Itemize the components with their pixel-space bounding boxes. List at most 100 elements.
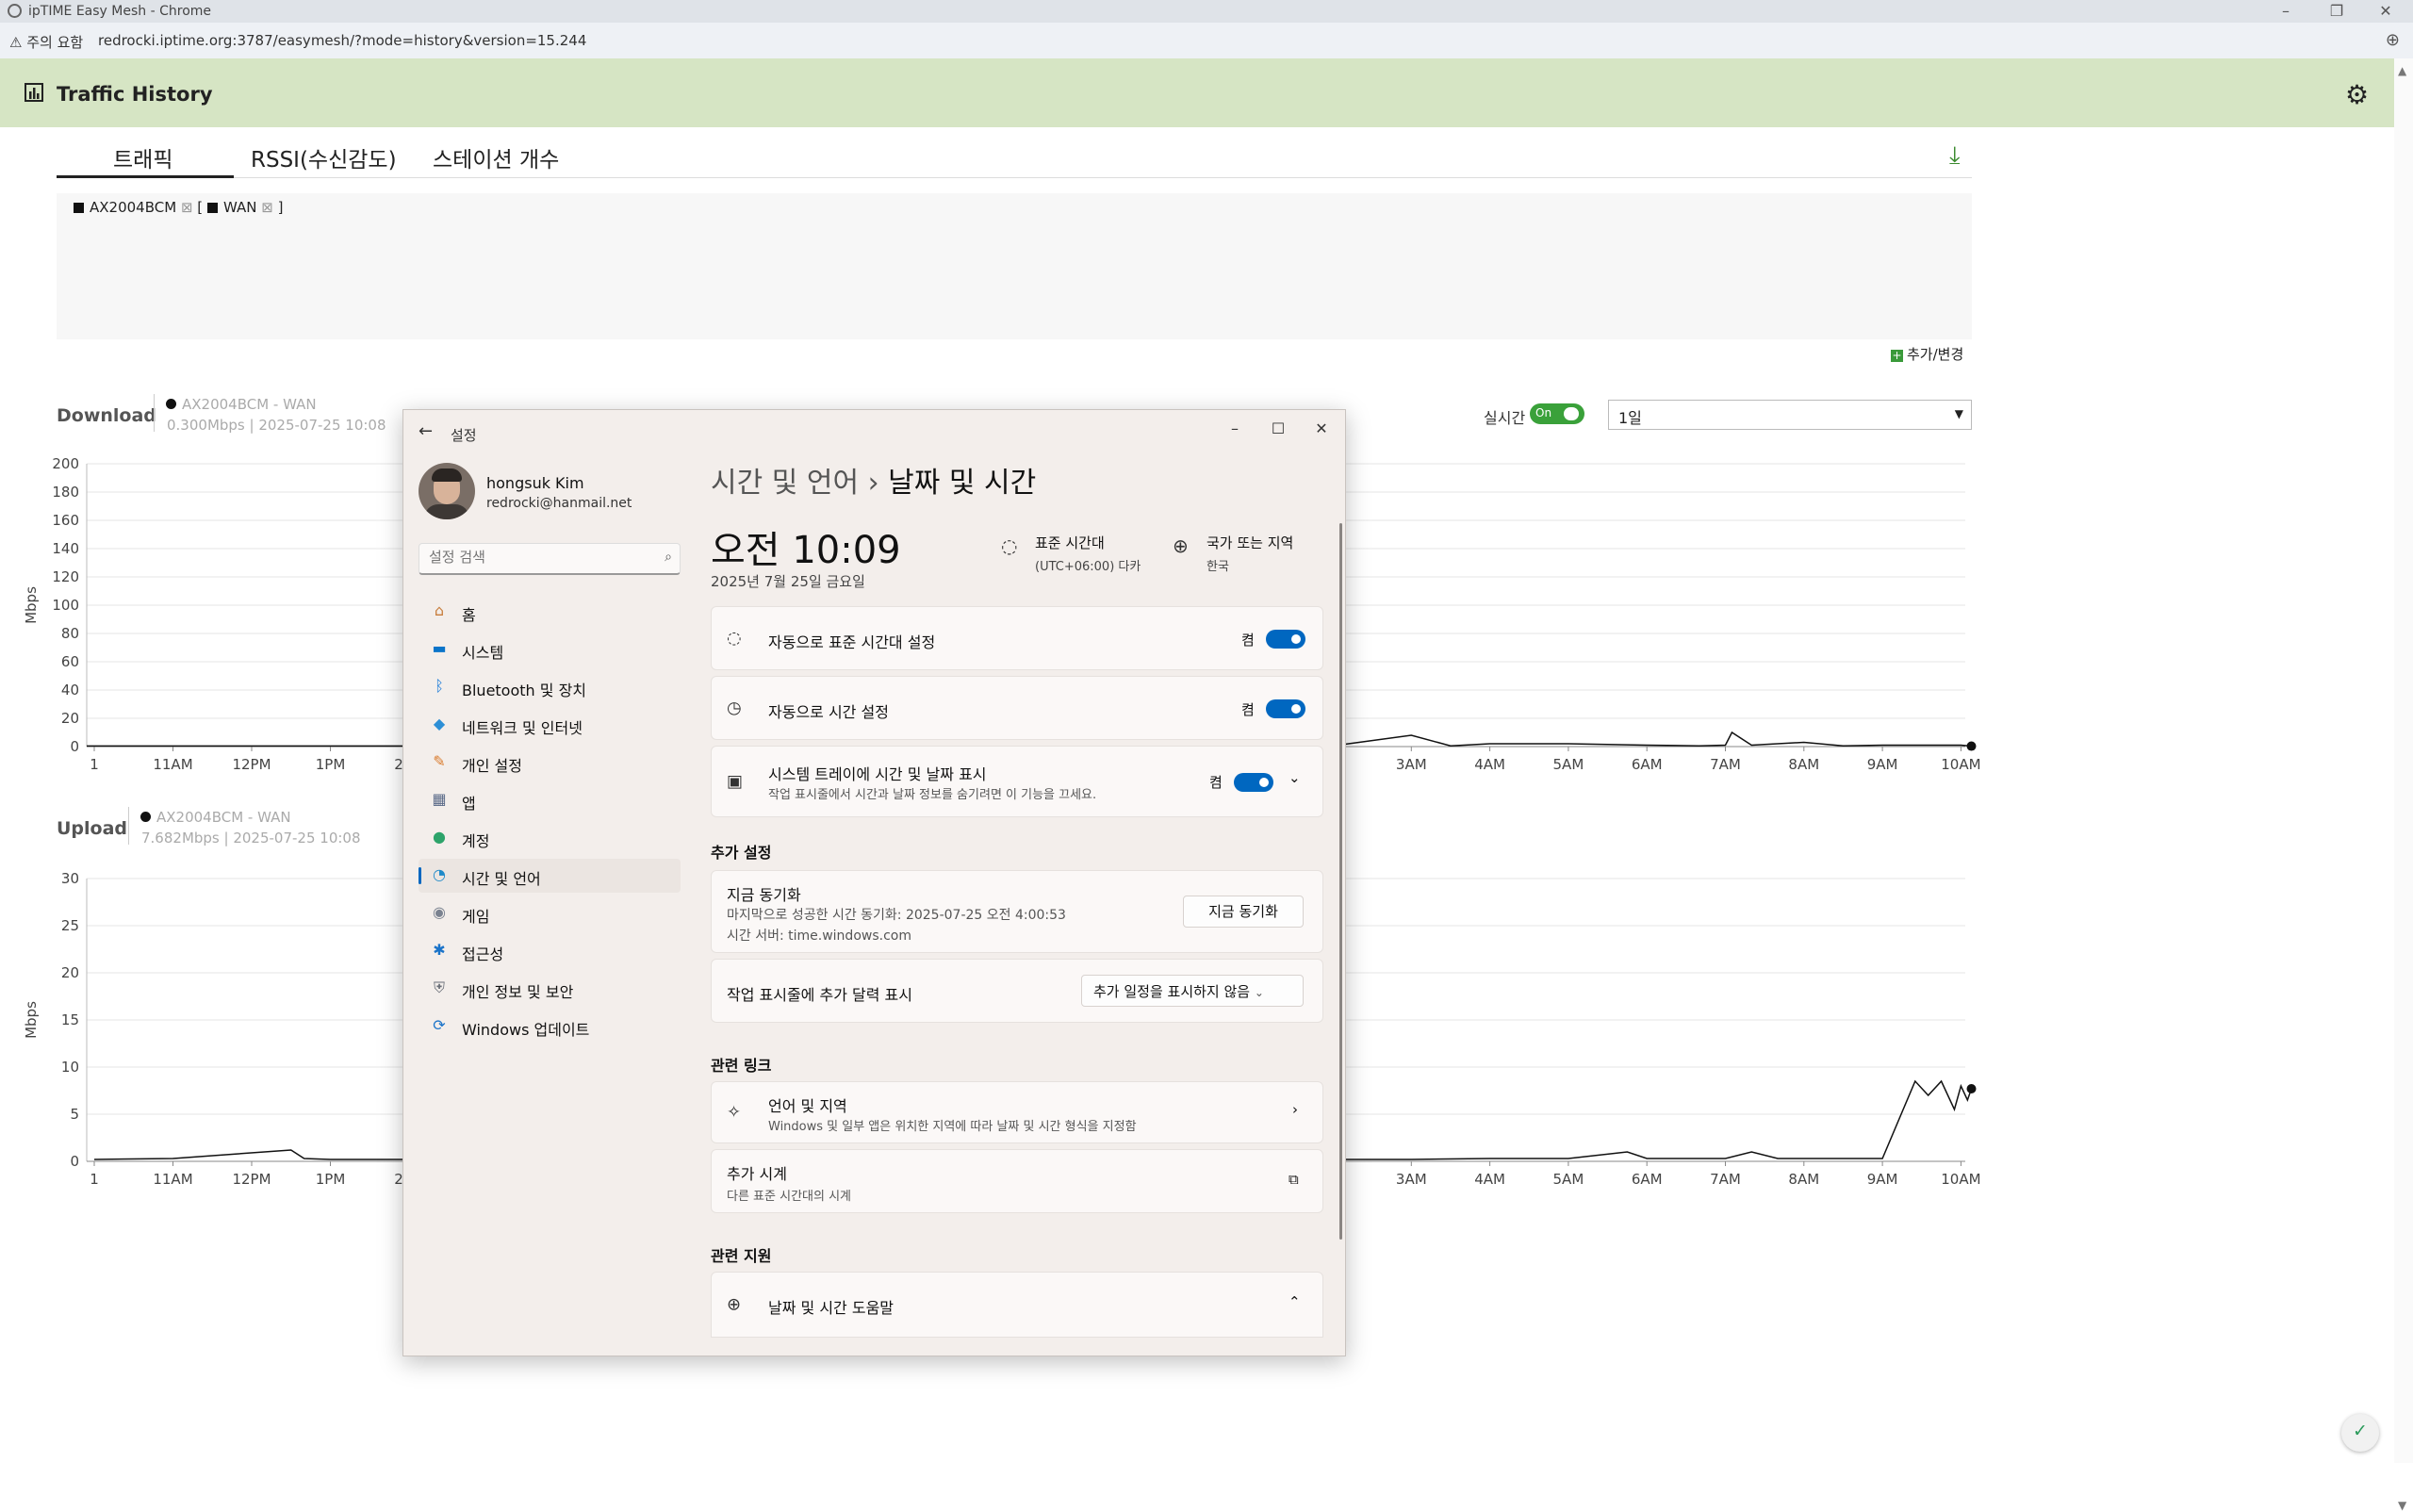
user-name: hongsuk Kim (486, 474, 584, 492)
x-tick-label: 1PM (316, 1171, 346, 1188)
sidebar-item-account[interactable]: ● 계정 (419, 821, 681, 855)
sidebar-item-gaming[interactable]: ◉ 게임 (419, 896, 681, 930)
system-icon: ▬ (432, 639, 447, 657)
sidebar-item-shield[interactable]: ⛨ 개인 정보 및 보안 (419, 972, 681, 1006)
language-region-row[interactable]: ✧ 언어 및 지역 Windows 및 일부 앱은 위치한 지역에 따라 날짜 … (711, 1081, 1323, 1143)
page-scrollbar[interactable]: ▲ ▼ (2394, 58, 2413, 1512)
avatar[interactable] (419, 463, 475, 519)
download-icon[interactable]: ⤓ (1949, 141, 1961, 171)
x-tick-label: 11AM (153, 756, 192, 773)
remove-wan-icon[interactable]: ⊠ (261, 199, 273, 216)
sidebar-item-label: 시간 및 언어 (462, 870, 541, 888)
auto-time-toggle[interactable] (1266, 699, 1305, 718)
settings-window[interactable]: ← 설정 – ☐ ✕ hongsuk Kim redrocki@hanmail.… (402, 409, 1346, 1356)
settings-search[interactable]: ⌕ (419, 543, 681, 575)
scroll-down-icon[interactable]: ▼ (2398, 1499, 2406, 1512)
sidebar-item-system[interactable]: ▬ 시스템 (419, 633, 681, 666)
sidebar-item-wifi[interactable]: ◆ 네트워크 및 인터넷 (419, 708, 681, 742)
upload-series-label: AX2004BCM - WAN (156, 809, 291, 826)
sidebar-item-bluetooth[interactable]: ᛒ Bluetooth 및 장치 (419, 670, 681, 704)
settings-minimize-button[interactable]: – (1213, 416, 1256, 442)
help-label: 날짜 및 시간 도움말 (768, 1299, 895, 1317)
legend-bracket-open: [ (197, 199, 204, 216)
region-label: 국가 또는 지역 (1206, 534, 1294, 551)
tab-rssi[interactable]: RSSI(수신감도) (251, 141, 397, 173)
y-tick-label: 30 (61, 870, 79, 887)
url-text[interactable]: redrocki.iptime.org:3787/easymesh/?mode=… (98, 32, 586, 49)
sync-title: 지금 동기화 (727, 886, 801, 904)
range-select[interactable]: 1일 ▼ (1608, 400, 1972, 430)
tab-station-count[interactable]: 스테이션 개수 (433, 141, 559, 173)
chevron-down-icon[interactable]: ⌄ (1289, 769, 1301, 786)
add-change-button[interactable]: + 추가/변경 (1891, 344, 1963, 364)
y-tick-label: 80 (61, 625, 79, 642)
realtime-label: 실시간 (1484, 409, 1526, 427)
address-bar[interactable]: ⚠ 주의 요함 redrocki.iptime.org:3787/easymes… (0, 23, 2413, 59)
auto-time-state: 켬 (1241, 701, 1255, 718)
security-warning[interactable]: ⚠ 주의 요함 (9, 32, 83, 52)
search-input[interactable] (427, 548, 648, 567)
minimize-button[interactable]: – (2264, 0, 2307, 23)
sidebar-item-label: 홈 (462, 606, 476, 624)
chevron-down-icon: ▼ (1954, 407, 1963, 420)
add-change-label: 추가/변경 (1907, 346, 1964, 363)
sync-now-button[interactable]: 지금 동기화 (1183, 896, 1304, 928)
y-tick-label: 100 (52, 597, 79, 614)
sidebar-item-time-language[interactable]: ◔ 시간 및 언어 (419, 859, 681, 893)
selected-indicator (419, 867, 421, 884)
timezone-icon: ◌ (727, 628, 742, 649)
sidebar-item-label: 앱 (462, 795, 476, 813)
zoom-icon[interactable]: ⊕ (2386, 30, 2400, 50)
sidebar-item-home[interactable]: ⌂ 홈 (419, 595, 681, 629)
legend: AX2004BCM ⊠ [ WAN ⊠ ] (74, 199, 283, 216)
chrome-app-icon (8, 4, 22, 18)
auto-timezone-state: 켬 (1241, 632, 1255, 649)
auto-time-label: 자동으로 시간 설정 (768, 703, 889, 721)
tab-traffic[interactable]: 트래픽 (113, 141, 172, 173)
gear-icon[interactable]: ⚙ (2345, 79, 2369, 110)
sidebar-item-update[interactable]: ⟳ Windows 업데이트 (419, 1010, 681, 1044)
user-email: redrocki@hanmail.net (486, 496, 632, 511)
breadcrumb-parent[interactable]: 시간 및 언어 (711, 467, 859, 500)
range-value: 1일 (1618, 409, 1642, 427)
y-tick-label: 10 (61, 1059, 79, 1076)
series-dot (140, 812, 151, 822)
region-value: 한국 (1206, 560, 1229, 574)
scroll-up-icon[interactable]: ▲ (2398, 64, 2406, 77)
close-button[interactable]: ✕ (2364, 0, 2407, 23)
back-arrow-icon[interactable]: ← (419, 421, 433, 441)
search-icon[interactable]: ⌕ (665, 550, 672, 565)
language-region-label: 언어 및 지역 (768, 1097, 847, 1115)
restore-button[interactable]: ❐ (2315, 0, 2358, 23)
y-axis-label: Mbps (23, 586, 40, 624)
settings-maximize-button[interactable]: ☐ (1256, 416, 1300, 442)
chevron-up-icon[interactable]: ⌃ (1289, 1293, 1301, 1310)
divider (154, 394, 155, 432)
tray-show-row[interactable]: ▣ 시스템 트레이에 시간 및 날짜 표시 작업 표시줄에서 시간과 날짜 정보… (711, 746, 1323, 817)
realtime-toggle[interactable]: On (1530, 403, 1584, 424)
download-value: 0.300Mbps | 2025-07-25 10:08 (167, 417, 386, 434)
x-tick-label: 1 (90, 1171, 99, 1188)
home-icon: ⌂ (434, 601, 445, 619)
extra-clock-row[interactable]: 추가 시계 다른 표준 시간대의 시계 ⧉ (711, 1149, 1323, 1213)
gaming-icon: ◉ (433, 903, 446, 921)
auto-timezone-toggle[interactable] (1266, 630, 1305, 649)
remove-device-icon[interactable]: ⊠ (181, 199, 193, 216)
avatar-body (424, 504, 469, 519)
security-shield[interactable]: ✓ (2341, 1414, 2379, 1452)
sidebar-item-brush[interactable]: ✎ 개인 설정 (419, 746, 681, 780)
tray-show-toggle[interactable] (1234, 773, 1273, 792)
calendar-dropdown[interactable]: 추가 일정을 표시하지 않음 ⌄ (1081, 975, 1304, 1007)
sidebar-item-accessibility[interactable]: ✱ 접근성 (419, 934, 681, 968)
settings-scrollbar[interactable] (1339, 523, 1342, 1240)
apps-icon: ▦ (432, 790, 447, 808)
sidebar-item-apps[interactable]: ▦ 앱 (419, 783, 681, 817)
globe-icon: ⊕ (727, 1294, 742, 1315)
settings-close-button[interactable]: ✕ (1300, 416, 1343, 442)
help-row[interactable]: ⊕ 날짜 및 시간 도움말 ⌃ (711, 1272, 1323, 1338)
wifi-icon: ◆ (433, 715, 446, 732)
y-tick-label: 180 (52, 484, 79, 501)
y-tick-label: 15 (61, 1011, 79, 1028)
update-icon: ⟳ (433, 1016, 446, 1034)
y-tick-label: 60 (61, 653, 79, 670)
